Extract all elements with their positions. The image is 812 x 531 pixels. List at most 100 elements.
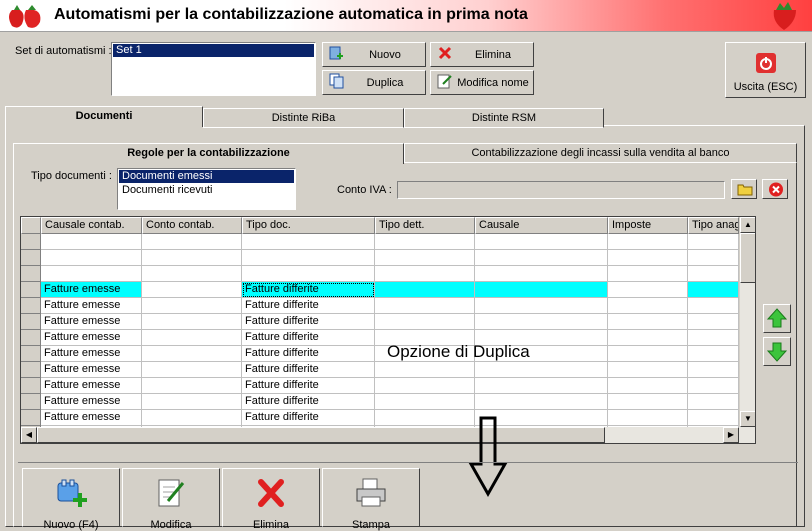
table-cell[interactable]: Fatture differite: [242, 346, 375, 362]
scroll-down-icon[interactable]: ▼: [740, 411, 755, 427]
table-cell[interactable]: [608, 314, 688, 330]
row-indicator[interactable]: [21, 250, 41, 266]
table-row[interactable]: [41, 234, 739, 250]
nuovo-button[interactable]: Nuovo: [322, 42, 426, 67]
table-row[interactable]: [41, 266, 739, 282]
table-cell[interactable]: [608, 346, 688, 362]
list-item[interactable]: Documenti ricevuti: [119, 184, 294, 197]
table-cell[interactable]: [608, 362, 688, 378]
table-cell[interactable]: [142, 266, 242, 282]
table-cell[interactable]: [142, 250, 242, 266]
table-cell[interactable]: [142, 410, 242, 426]
tab-documenti[interactable]: Documenti: [5, 106, 203, 127]
scroll-thumb[interactable]: [37, 427, 605, 443]
browse-folder-button[interactable]: [731, 179, 757, 199]
table-row[interactable]: Fatture emesse Fatture differite: [41, 378, 739, 394]
modifica-nome-button[interactable]: Modifica nome: [430, 70, 534, 95]
table-cell[interactable]: [375, 298, 475, 314]
table-row[interactable]: Fatture emesse Fatture differite: [41, 362, 739, 378]
row-indicator[interactable]: [21, 298, 41, 314]
table-cell[interactable]: [688, 394, 739, 410]
clear-button[interactable]: [762, 179, 788, 199]
table-cell[interactable]: Fatture emesse: [41, 410, 142, 426]
table-cell[interactable]: [375, 234, 475, 250]
table-cell[interactable]: [142, 234, 242, 250]
table-cell[interactable]: [688, 314, 739, 330]
col-header-causale-contab[interactable]: Causale contab.: [41, 217, 142, 234]
table-cell[interactable]: Fatture emesse: [41, 394, 142, 410]
list-item[interactable]: Documenti emessi: [119, 170, 294, 183]
row-indicator[interactable]: [21, 266, 41, 282]
table-cell[interactable]: Fatture differite: [242, 282, 375, 298]
horizontal-scrollbar[interactable]: ◀ ▶: [21, 427, 755, 443]
table-cell[interactable]: [688, 362, 739, 378]
table-cell[interactable]: [688, 346, 739, 362]
table-cell[interactable]: [475, 250, 608, 266]
row-indicator[interactable]: [21, 410, 41, 426]
table-cell[interactable]: [375, 394, 475, 410]
table-cell[interactable]: [608, 330, 688, 346]
table-row[interactable]: [41, 250, 739, 266]
table-cell[interactable]: Fatture emesse: [41, 314, 142, 330]
table-row[interactable]: Fatture emesse Fatture differite: [41, 314, 739, 330]
table-cell[interactable]: [608, 250, 688, 266]
vertical-scrollbar[interactable]: ▲ ▼: [739, 217, 755, 427]
row-indicator[interactable]: [21, 394, 41, 410]
table-cell[interactable]: [688, 298, 739, 314]
table-cell[interactable]: [242, 234, 375, 250]
table-cell[interactable]: [475, 314, 608, 330]
table-cell[interactable]: Fatture differite: [242, 314, 375, 330]
table-cell[interactable]: [142, 282, 242, 298]
table-cell[interactable]: [608, 410, 688, 426]
row-indicator[interactable]: [21, 346, 41, 362]
table-cell[interactable]: Fatture differite: [242, 330, 375, 346]
elimina-bottom-button[interactable]: Elimina: [222, 468, 320, 531]
table-cell[interactable]: [375, 250, 475, 266]
table-cell[interactable]: Fatture emesse: [41, 346, 142, 362]
table-cell[interactable]: [375, 378, 475, 394]
table-cell[interactable]: [41, 266, 142, 282]
table-cell[interactable]: Fatture emesse: [41, 330, 142, 346]
table-cell[interactable]: [142, 394, 242, 410]
duplica-button[interactable]: Duplica: [322, 70, 426, 95]
table-cell[interactable]: [375, 314, 475, 330]
nuovo-f4-button[interactable]: Nuovo (F4): [22, 468, 120, 531]
table-cell[interactable]: [41, 250, 142, 266]
table-cell[interactable]: [375, 282, 475, 298]
col-header-tipo-dett[interactable]: Tipo dett.: [375, 217, 475, 234]
table-cell[interactable]: Fatture differite: [242, 378, 375, 394]
stampa-button[interactable]: Stampa: [322, 468, 420, 531]
table-cell[interactable]: [608, 394, 688, 410]
table-cell[interactable]: [608, 234, 688, 250]
row-indicator[interactable]: [21, 314, 41, 330]
row-indicator[interactable]: [21, 234, 41, 250]
table-cell[interactable]: [608, 282, 688, 298]
table-cell[interactable]: [142, 298, 242, 314]
table-cell[interactable]: [375, 266, 475, 282]
table-cell[interactable]: [475, 266, 608, 282]
table-cell[interactable]: Fatture differite: [242, 362, 375, 378]
table-cell[interactable]: [242, 266, 375, 282]
scroll-up-icon[interactable]: ▲: [740, 217, 755, 233]
row-indicator[interactable]: [21, 282, 41, 298]
table-cell[interactable]: [475, 298, 608, 314]
tab-contabilizzazione-incassi[interactable]: Contabilizzazione degli incassi sulla ve…: [404, 143, 797, 163]
tab-distinte-riba[interactable]: Distinte RiBa: [203, 108, 404, 128]
table-row[interactable]: Fatture emesse Fatture differite: [41, 394, 739, 410]
col-header-conto-contab[interactable]: Conto contab.: [142, 217, 242, 234]
table-cell[interactable]: [375, 362, 475, 378]
scroll-left-icon[interactable]: ◀: [21, 427, 37, 443]
set-automatismi-list[interactable]: Set 1: [111, 42, 316, 96]
table-cell[interactable]: Fatture differite: [242, 298, 375, 314]
col-header-imposte[interactable]: Imposte: [608, 217, 688, 234]
table-cell[interactable]: Fatture emesse: [41, 282, 142, 298]
table-cell[interactable]: [242, 250, 375, 266]
move-up-button[interactable]: [763, 304, 791, 333]
col-header-causale[interactable]: Causale: [475, 217, 608, 234]
table-cell[interactable]: Fatture emesse: [41, 362, 142, 378]
conto-iva-field[interactable]: [397, 181, 725, 199]
table-cell[interactable]: Fatture emesse: [41, 378, 142, 394]
table-cell[interactable]: [688, 266, 739, 282]
row-indicator[interactable]: [21, 362, 41, 378]
scroll-right-icon[interactable]: ▶: [723, 427, 739, 443]
